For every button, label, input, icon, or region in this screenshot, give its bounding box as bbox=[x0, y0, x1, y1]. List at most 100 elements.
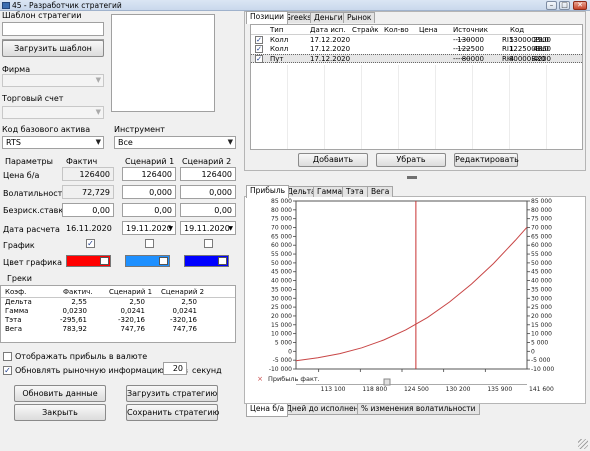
greeks-cell: 2,55 bbox=[71, 298, 87, 306]
load-strategy-button[interactable]: Загрузить стратегию bbox=[126, 385, 218, 402]
legend-marker-icon: × bbox=[257, 375, 263, 383]
y-tick-label: 85 000 bbox=[271, 198, 292, 205]
table-row[interactable]: ✓ Колл 17.12.2020 122500 1 4860 ------- RI12250… bbox=[251, 45, 582, 54]
table-row[interactable]: ✓ Колл 17.12.2020 130000 5 2900 ------- RI13000… bbox=[251, 36, 582, 45]
firm-label: Фирма bbox=[2, 65, 31, 74]
show-currency-checkbox[interactable] bbox=[3, 352, 12, 361]
y-tick-label: 55 000 bbox=[531, 251, 552, 258]
greeks-cell: -320,16 bbox=[169, 316, 197, 324]
price-scenario1[interactable]: 126400 bbox=[122, 167, 176, 181]
app-icon bbox=[2, 2, 10, 9]
tab-market[interactable]: Рынок bbox=[343, 12, 376, 23]
y-tick-label: 15 000 bbox=[271, 322, 292, 329]
greeks-cell: 0,0230 bbox=[62, 307, 88, 315]
account-select[interactable]: ▼ bbox=[2, 106, 104, 119]
rate-scenario1[interactable]: 0,00 bbox=[122, 203, 176, 217]
date-scenario1-value: 19.11.2020 bbox=[126, 224, 172, 233]
rate-actual[interactable]: 0,00 bbox=[62, 203, 114, 217]
palette-icon bbox=[159, 257, 168, 265]
chevron-down-icon: ▼ bbox=[227, 138, 233, 146]
row-checkbox[interactable]: ✓ bbox=[255, 36, 263, 44]
greeks-cell: -320,16 bbox=[117, 316, 145, 324]
col-exp-date: Дата исп. bbox=[310, 26, 346, 34]
y-tick-label: 40 000 bbox=[531, 278, 552, 285]
instrument-value: Все bbox=[118, 138, 133, 147]
save-strategy-button[interactable]: Сохранить стратегию bbox=[126, 404, 219, 421]
greeks-cell: 0,0241 bbox=[172, 307, 198, 315]
position-cell: ------- bbox=[453, 45, 471, 53]
table-row[interactable]: ✓ Пут 17.12.2020 80000 -4 4200 ------- RI80000B… bbox=[251, 54, 582, 63]
color-scenario2-swatch[interactable] bbox=[184, 255, 229, 267]
resize-grip-icon[interactable] bbox=[578, 439, 588, 449]
remove-button[interactable]: Убрать bbox=[376, 153, 446, 167]
base-asset-select[interactable]: RTS ▼ bbox=[2, 136, 104, 149]
date-scenario2[interactable]: 19.11.2020 ▼ bbox=[180, 221, 236, 235]
tab-profit[interactable]: Прибыль bbox=[246, 185, 290, 198]
y-tick-label: 25 000 bbox=[531, 304, 552, 311]
close-icon[interactable]: ✕ bbox=[573, 1, 587, 10]
palette-icon bbox=[100, 257, 109, 265]
update-data-button[interactable]: Обновить данные bbox=[14, 385, 106, 402]
minimize-icon[interactable]: – bbox=[546, 1, 557, 10]
tab-vol-change[interactable]: % изменения волатильности bbox=[357, 404, 480, 415]
greeks-header-s2: Сценарий 2 bbox=[161, 288, 205, 296]
price-label: Цена б/а bbox=[3, 171, 40, 180]
y-tick-label: -5 000 bbox=[273, 357, 293, 364]
scenario1-header: Сценарий 1 bbox=[125, 157, 175, 166]
chart-scenario2-checkbox[interactable] bbox=[204, 239, 213, 248]
chevron-down-icon: ▼ bbox=[168, 225, 173, 232]
color-scenario1-swatch[interactable] bbox=[125, 255, 170, 267]
greeks-header-s1: Сценарий 1 bbox=[109, 288, 153, 296]
y-tick-label: 45 000 bbox=[271, 269, 292, 276]
y-tick-label: 40 000 bbox=[271, 278, 292, 285]
chart-scenario1-checkbox[interactable] bbox=[145, 239, 154, 248]
chevron-down-icon: ▼ bbox=[95, 76, 101, 84]
y-tick-label: 15 000 bbox=[531, 322, 552, 329]
tab-positions[interactable]: Позиции bbox=[246, 11, 288, 24]
color-actual-swatch[interactable] bbox=[66, 255, 111, 267]
volatility-scenario2[interactable]: 0,000 bbox=[180, 185, 236, 199]
greeks-row: Гамма 0,0230 0,0241 0,0241 bbox=[1, 307, 235, 316]
chart-label: График bbox=[3, 241, 35, 250]
volatility-scenario1[interactable]: 0,000 bbox=[122, 185, 176, 199]
greeks-cell: 747,76 bbox=[120, 325, 146, 333]
positions-header-row: Тип Дата исп. Страйк Кол-во Цена Источни… bbox=[251, 25, 582, 35]
date-scenario1[interactable]: 19.11.2020 ▼ bbox=[122, 221, 176, 235]
y-tick-label: 35 000 bbox=[271, 286, 292, 293]
refresh-interval-input[interactable]: 20 bbox=[163, 362, 187, 375]
y-tick-label: 30 000 bbox=[271, 295, 292, 302]
rate-scenario2[interactable]: 0,00 bbox=[180, 203, 236, 217]
seconds-label: секунд bbox=[192, 366, 222, 375]
instrument-select[interactable]: Все ▼ bbox=[114, 136, 236, 149]
row-checkbox[interactable]: ✓ bbox=[255, 45, 263, 53]
close-button[interactable]: Закрыть bbox=[14, 404, 106, 421]
y-tick-label: 20 000 bbox=[271, 313, 292, 320]
rate-label: Безриск.ставка bbox=[3, 206, 69, 215]
splitter-handle[interactable] bbox=[407, 176, 417, 179]
refresh-checkbox[interactable]: ✓ bbox=[3, 366, 12, 375]
y-tick-label: -10 000 bbox=[269, 366, 292, 373]
template-input[interactable] bbox=[2, 22, 104, 36]
greeks-row: Тэта -295,61 -320,16 -320,16 bbox=[1, 316, 235, 325]
col-type: Тип bbox=[270, 26, 284, 34]
add-button[interactable]: Добавить bbox=[298, 153, 368, 167]
maximize-icon[interactable]: □ bbox=[559, 1, 570, 10]
plot-area bbox=[295, 200, 528, 370]
position-cell: Пут bbox=[270, 55, 284, 63]
tab-price[interactable]: Цена б/а bbox=[246, 404, 289, 417]
tab-money[interactable]: Деньги bbox=[310, 12, 347, 23]
date-label: Дата расчета bbox=[3, 225, 60, 234]
load-template-button[interactable]: Загрузить шаблон bbox=[2, 40, 104, 57]
y-tick-label: 75 000 bbox=[271, 216, 292, 223]
y-tick-label: 50 000 bbox=[531, 260, 552, 267]
edit-button[interactable]: Редактировать bbox=[454, 153, 519, 167]
position-cell: RI130000BL0 bbox=[502, 36, 549, 44]
position-cell: 17.12.2020 bbox=[310, 55, 351, 63]
price-scenario2[interactable]: 126400 bbox=[180, 167, 236, 181]
y-tick-label: 20 000 bbox=[531, 313, 552, 320]
greeks-header-coef: Коэф. bbox=[5, 288, 27, 296]
chart-actual-checkbox[interactable]: ✓ bbox=[86, 239, 95, 248]
firm-select[interactable]: ▼ bbox=[2, 74, 104, 87]
row-checkbox[interactable]: ✓ bbox=[255, 55, 263, 63]
greeks-cell: 2,50 bbox=[181, 298, 197, 306]
